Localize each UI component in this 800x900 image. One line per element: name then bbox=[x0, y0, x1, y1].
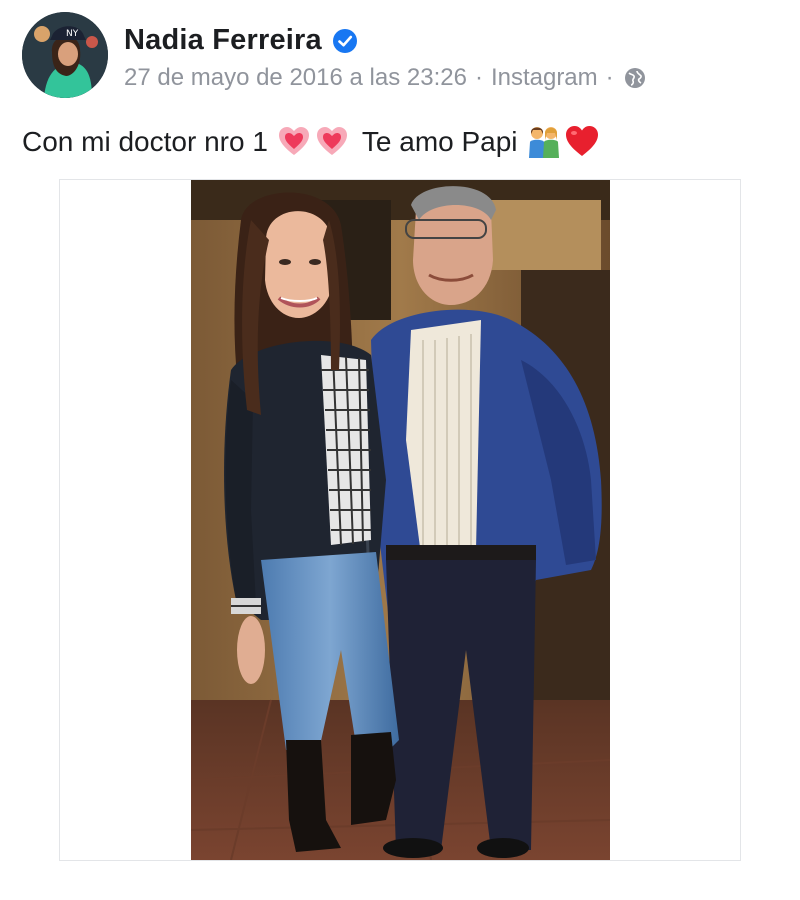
caption-text-1: Con mi doctor nro 1 bbox=[22, 126, 268, 157]
post-timestamp[interactable]: 27 de mayo de 2016 a las 23:26 bbox=[124, 64, 467, 92]
post-meta: 27 de mayo de 2016 a las 23:26 · Instagr… bbox=[124, 64, 646, 92]
couple-emoji-icon bbox=[526, 124, 562, 160]
post-photo[interactable] bbox=[191, 180, 610, 860]
post-photo-frame[interactable] bbox=[59, 179, 741, 861]
meta-separator-2: · bbox=[605, 64, 614, 91]
author-name[interactable]: Nadia Ferreira bbox=[124, 24, 322, 57]
globe-icon[interactable] bbox=[624, 67, 646, 89]
post-source: Instagram bbox=[490, 64, 598, 91]
caption-text-2: Te amo Papi bbox=[361, 126, 518, 157]
verified-badge-icon bbox=[332, 28, 358, 54]
heart-emoji-icon bbox=[314, 124, 350, 160]
author-header: Nadia Ferreira bbox=[124, 24, 358, 57]
red-heart-emoji-icon bbox=[564, 124, 600, 160]
meta-separator: · bbox=[474, 64, 483, 91]
author-avatar[interactable]: NY bbox=[22, 12, 108, 98]
post-caption: Con mi doctor nro 1 Te amo Papi bbox=[22, 124, 602, 160]
heart-emoji-icon bbox=[276, 124, 312, 160]
svg-text:NY: NY bbox=[66, 29, 79, 39]
